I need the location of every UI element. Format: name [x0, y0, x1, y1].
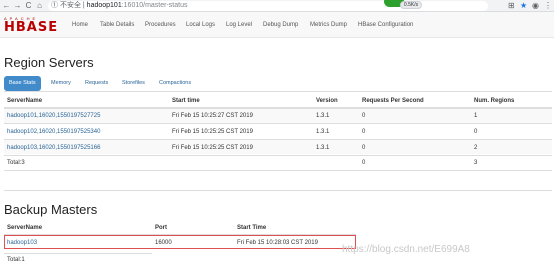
tab-compactions[interactable]: Compactions [159, 76, 191, 91]
nav-home[interactable]: Home [72, 21, 88, 29]
row-divider [4, 253, 152, 254]
network-speed-badge: 0.5K/s [400, 1, 422, 9]
num-regions: 2 [474, 145, 478, 151]
tab-base-stats[interactable]: Base Stats [4, 76, 41, 91]
server-link[interactable]: hadoop101,16020,1550197527725 [7, 112, 100, 120]
forward-icon[interactable]: → [13, 1, 22, 11]
start-time: Fri Feb 15 10:25:25 CST 2019 [172, 129, 253, 135]
version: 1.3.1 [316, 113, 330, 119]
url-path: :16010/master-status [121, 2, 188, 9]
nav-procedures[interactable]: Procedures [145, 21, 176, 29]
address-bar[interactable]: ① 不安全 | hadoop101:16010/master-status [48, 1, 488, 11]
column-header: Port [155, 225, 167, 231]
region-servers-title: Region Servers [4, 55, 94, 70]
requests-per-second: 0 [362, 145, 366, 151]
version: 1.3.1 [316, 129, 330, 135]
requests-per-second: 0 [362, 113, 366, 119]
port: 16000 [155, 240, 172, 246]
num-regions: 0 [474, 129, 478, 135]
hbase-logo[interactable]: APACHE HBASE [4, 16, 60, 34]
backup-masters-title: Backup Masters [4, 202, 98, 217]
total-requests: 0 [362, 160, 366, 166]
server-link[interactable]: hadoop102,16020,1550197525340 [7, 128, 100, 136]
nav-metrics-dump[interactable]: Metrics Dump [310, 21, 347, 29]
column-header: Start time [172, 98, 200, 104]
account-icon[interactable]: ◉ [532, 1, 539, 11]
security-indicator: ① 不安全 | [51, 2, 85, 9]
total-label: Total:1 [7, 257, 25, 263]
translate-icon[interactable]: ⊞ [508, 1, 515, 11]
column-header: Num. Regions [474, 98, 515, 104]
row-divider [4, 170, 552, 171]
nav-hbase-configuration[interactable]: HBase Configuration [358, 21, 413, 29]
tab-underline [4, 91, 552, 92]
column-header: ServerName [7, 98, 43, 104]
top-navbar: APACHE HBASE Home Table Details Procedur… [0, 12, 554, 38]
column-header: ServerName [7, 225, 43, 231]
nav-log-level[interactable]: Log Level [226, 21, 252, 29]
url-host: hadoop101 [86, 2, 122, 9]
tab-requests[interactable]: Requests [85, 76, 108, 91]
total-regions: 3 [474, 160, 478, 166]
start-time: Fri Feb 15 10:25:25 CST 2019 [172, 145, 253, 151]
row-divider [4, 155, 552, 156]
back-icon[interactable]: ← [2, 1, 11, 11]
section-divider [4, 190, 552, 191]
num-regions: 1 [474, 113, 478, 119]
column-header: Requests Per Second [362, 98, 424, 104]
home-icon[interactable]: ⌂ [35, 1, 44, 11]
reload-icon[interactable]: C [24, 1, 33, 11]
column-header: Version [316, 98, 338, 104]
version: 1.3.1 [316, 145, 330, 151]
row-divider [4, 123, 552, 124]
start-time: Fri Feb 15 10:28:03 CST 2019 [237, 240, 318, 246]
logo-hbase-text: HBASE [4, 20, 59, 35]
tab-memory[interactable]: Memory [51, 76, 71, 91]
watermark: https://blog.csdn.net/E699A8 [342, 244, 470, 255]
server-link[interactable]: hadoop103 [7, 239, 37, 247]
requests-per-second: 0 [362, 129, 366, 135]
server-link[interactable]: hadoop103,16020,1550197525166 [7, 144, 100, 152]
tab-storefiles[interactable]: Storefiles [122, 76, 145, 91]
nav-debug-dump[interactable]: Debug Dump [263, 21, 298, 29]
bookmark-star-icon[interactable]: ★ [520, 1, 527, 11]
start-time: Fri Feb 15 10:25:27 CST 2019 [172, 113, 253, 119]
nav-local-logs[interactable]: Local Logs [186, 21, 215, 29]
browser-toolbar: ← → C ⌂ ① 不安全 | hadoop101:16010/master-s… [0, 0, 554, 12]
nav-table-details[interactable]: Table Details [100, 21, 134, 29]
menu-icon[interactable]: ⋮ [544, 1, 552, 11]
total-label: Total:3 [7, 160, 25, 166]
column-header: Start Time [237, 225, 267, 231]
